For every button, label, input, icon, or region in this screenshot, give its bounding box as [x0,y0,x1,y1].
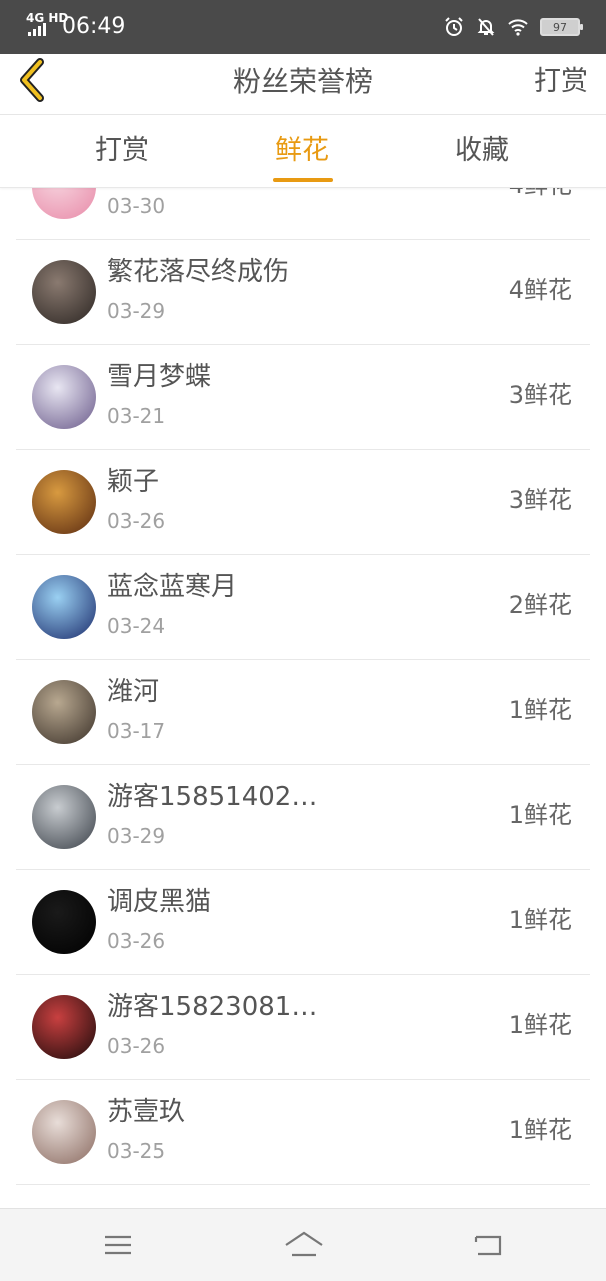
signal-icon [28,23,46,36]
flower-count: 2鲜花 [508,591,572,619]
tip-button[interactable]: 打赏 [534,62,588,102]
title-bar: 粉丝荣誉榜 打赏 [0,54,606,115]
avatar[interactable] [32,365,96,429]
fan-list: 游客15826378…03-304鲜花繁花落尽终成伤03-294鲜花雪月梦蝶03… [0,187,606,1185]
flower-count: 1鲜花 [508,1116,572,1144]
fan-row[interactable]: 颖子 03-26 3鲜花 [16,450,590,555]
fan-name: 调皮黑猫 [107,887,212,917]
fan-date: 03-25 [107,1139,166,1163]
fan-name: 潍河 [107,677,160,707]
avatar[interactable] [32,995,96,1059]
tab-tip[interactable]: 打赏 [95,133,149,169]
fan-row[interactable]: 游客15826378…03-304鲜花 [16,187,590,240]
tab-bar: 打赏 鲜花 收藏 [0,115,606,188]
avatar[interactable] [32,785,96,849]
fan-name: 颖子 [107,467,160,497]
fan-name: 雪月梦蝶 [107,362,212,392]
fan-name: 苏壹玖 [107,1097,186,1127]
fan-date: 03-29 [107,824,166,848]
back-icon[interactable] [470,1227,506,1263]
system-nav-bar [0,1208,606,1281]
avatar[interactable] [32,187,96,219]
active-tab-indicator [273,178,333,182]
flower-count: 3鲜花 [508,486,572,514]
fan-date: 03-24 [107,614,166,638]
alarm-icon [445,17,463,36]
fan-row[interactable]: 调皮黑猫 03-26 1鲜花 [16,870,590,975]
fan-date: 03-26 [107,509,166,533]
tab-flowers[interactable]: 鲜花 [275,133,329,169]
mute-bell-icon [477,18,495,36]
fan-name: 游客15851402… [107,782,318,812]
fan-date: 03-21 [107,404,166,428]
fan-date: 03-26 [107,1034,166,1058]
fan-row[interactable]: 潍河 03-17 1鲜花 [16,660,590,765]
fan-name: 蓝念蓝寒月 [107,572,238,602]
fan-row[interactable]: 雪月梦蝶 03-21 3鲜花 [16,345,590,450]
flower-count: 1鲜花 [508,696,572,724]
fan-name: 繁花落尽终成伤 [107,257,290,287]
tab-favorites[interactable]: 收藏 [455,133,509,169]
flower-count: 1鲜花 [508,1011,572,1039]
fan-date: 03-26 [107,929,166,953]
flower-count: 4鲜花 [509,187,572,201]
avatar[interactable] [32,890,96,954]
avatar[interactable] [32,680,96,744]
status-bar: 4G HD 06:49 97 [0,0,606,54]
fan-name: 游客15823081… [107,992,318,1022]
flower-count: 4鲜花 [508,276,572,304]
fan-row[interactable]: 游客15823081… 03-26 1鲜花 [16,975,590,1080]
avatar[interactable] [32,1100,96,1164]
fan-row[interactable]: 游客15851402… 03-29 1鲜花 [16,765,590,870]
menu-icon[interactable] [100,1227,136,1263]
avatar[interactable] [32,470,96,534]
avatar[interactable] [32,575,96,639]
wifi-icon [508,19,528,36]
fan-date: 03-30 [107,194,166,218]
fan-date: 03-17 [107,719,166,743]
flower-count: 3鲜花 [508,381,572,409]
fan-row[interactable]: 繁花落尽终成伤 03-29 4鲜花 [16,240,590,345]
page-title: 粉丝荣誉榜 [232,65,373,98]
avatar[interactable] [32,260,96,324]
fan-row[interactable]: 蓝念蓝寒月 03-24 2鲜花 [16,555,590,660]
fan-date: 03-29 [107,299,166,323]
clock-time: 06:49 [62,14,126,39]
fan-list-viewport[interactable]: 游客15826378…03-304鲜花繁花落尽终成伤03-294鲜花雪月梦蝶03… [0,187,606,1208]
fan-row[interactable]: 苏壹玖 03-25 1鲜花 [16,1080,590,1185]
flower-count: 1鲜花 [508,906,572,934]
flower-count: 1鲜花 [508,801,572,829]
home-icon[interactable] [284,1227,324,1263]
battery-indicator: 97 [540,18,583,36]
